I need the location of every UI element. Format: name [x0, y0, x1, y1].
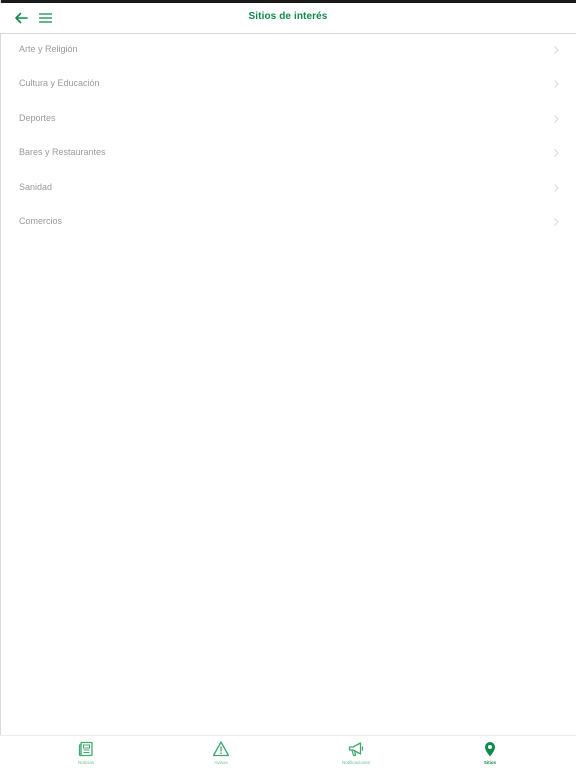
category-item-label: Cultura y Educación [19, 78, 100, 89]
category-item-label: Deportes [19, 112, 56, 123]
bottom-tab-bar: Noticias Avisos Notificaciones Sitios [0, 735, 576, 768]
tab-label: Notificaciones [341, 760, 370, 765]
app-screen: Sitios de interés Arte y Religión Cultur… [0, 0, 576, 768]
category-item-deportes[interactable]: Deportes [0, 103, 576, 137]
category-item-bares-restaurantes[interactable]: Bares y Restaurantes [0, 137, 576, 171]
category-item-arte-religion[interactable]: Arte y Religión [0, 34, 576, 68]
tab-sitios[interactable]: Sitios [418, 736, 562, 768]
category-item-label: Sanidad [19, 181, 53, 192]
page-title: Sitios de interés [248, 11, 328, 22]
tab-notificaciones[interactable]: Notificaciones [284, 736, 428, 768]
category-item-cultura-educacion[interactable]: Cultura y Educación [0, 68, 576, 102]
newspaper-icon [78, 741, 93, 757]
chevron-right-icon [554, 149, 559, 158]
chevron-right-icon [554, 183, 559, 192]
category-list: Arte y Religión Cultura y Educación Depo… [0, 34, 576, 240]
tab-label: Noticias [77, 760, 94, 765]
top-navigation-bar: Sitios de interés [0, 3, 576, 34]
category-item-comercios[interactable]: Comercios [0, 206, 576, 240]
warning-triangle-icon [212, 741, 230, 757]
tab-label: Sitios [483, 760, 497, 765]
category-item-sanidad[interactable]: Sanidad [0, 172, 576, 206]
tab-noticias[interactable]: Noticias [14, 736, 158, 768]
tab-avisos[interactable]: Avisos [149, 736, 293, 768]
category-item-label: Bares y Restaurantes [19, 147, 106, 158]
chevron-right-icon [554, 80, 559, 89]
megaphone-icon [348, 742, 364, 757]
category-item-label: Comercios [19, 215, 63, 226]
chevron-right-icon [554, 218, 559, 226]
tab-label: Avisos [214, 760, 228, 765]
category-item-label: Arte y Religión [19, 44, 78, 54]
chevron-right-icon [554, 46, 559, 54]
map-pin-icon [485, 742, 495, 757]
chevron-right-icon [554, 114, 559, 123]
